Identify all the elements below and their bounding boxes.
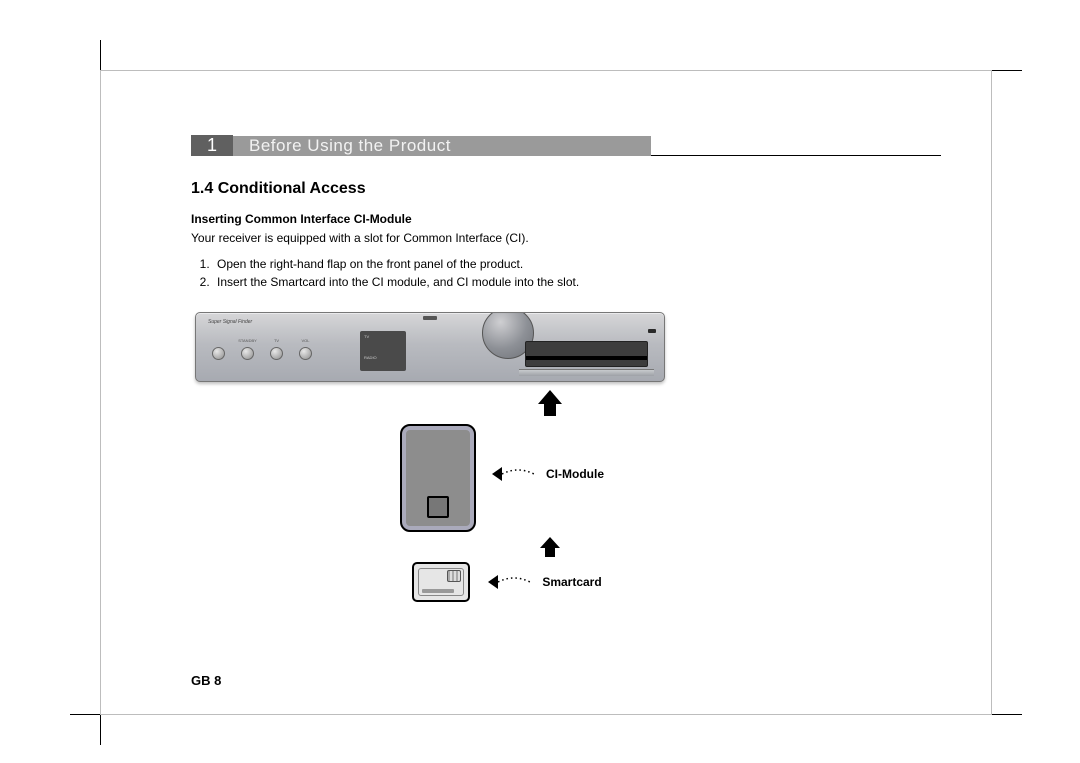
knob-area: STANDBY TV VOL	[212, 347, 312, 360]
arrow-up-icon	[538, 536, 562, 558]
chip-icon	[447, 570, 461, 582]
ci-slot-area	[519, 327, 654, 373]
instruction-diagram: Super Signal Finder STANDBY TV VOL TV RA…	[195, 312, 665, 602]
callout-pointer: Smartcard	[486, 570, 601, 594]
knob-icon: VOL	[299, 347, 312, 360]
smartcard-label: Smartcard	[542, 575, 601, 589]
section-title: 1.4 Conditional Access	[191, 180, 901, 198]
top-slot-icon	[423, 316, 437, 320]
ci-module-illustration	[400, 424, 476, 532]
section-number: 1.4	[191, 180, 213, 197]
ci-slot-icon	[525, 341, 648, 367]
page-content: 1 Before Using the Product 1.4 Condition…	[100, 70, 992, 715]
intro-text: Your receiver is equipped with a slot fo…	[191, 230, 901, 247]
knob-icon	[212, 347, 225, 360]
mid-panel: TV RADIO	[360, 331, 406, 371]
ci-module-row: CI-Module	[267, 424, 737, 532]
arrow-up-icon	[535, 388, 565, 418]
knob-icon: STANDBY	[241, 347, 254, 360]
page-number: GB 8	[191, 673, 221, 688]
steps-list: Open the right-hand flap on the front pa…	[191, 255, 901, 292]
smartcard-illustration	[412, 562, 470, 602]
subsection-title: Inserting Common Interface CI-Module	[191, 212, 901, 226]
chapter-number: 1	[191, 135, 233, 156]
chapter-title: Before Using the Product	[233, 136, 651, 156]
ci-module-label: CI-Module	[546, 467, 604, 481]
receiver-illustration: Super Signal Finder STANDBY TV VOL TV RA…	[195, 312, 665, 382]
manual-page: 1 Before Using the Product 1.4 Condition…	[0, 0, 1080, 763]
knob-icon: TV	[270, 347, 283, 360]
callout-pointer: CI-Module	[490, 462, 604, 486]
step-item: Insert the Smartcard into the CI module,…	[213, 273, 901, 292]
ci-module-hole-icon	[427, 496, 449, 518]
chapter-header: 1 Before Using the Product	[101, 129, 941, 156]
smartcard-row: Smartcard	[272, 562, 742, 602]
receiver-brand: Super Signal Finder	[208, 319, 252, 325]
section-heading: Conditional Access	[218, 180, 366, 197]
step-item: Open the right-hand flap on the front pa…	[213, 255, 901, 274]
